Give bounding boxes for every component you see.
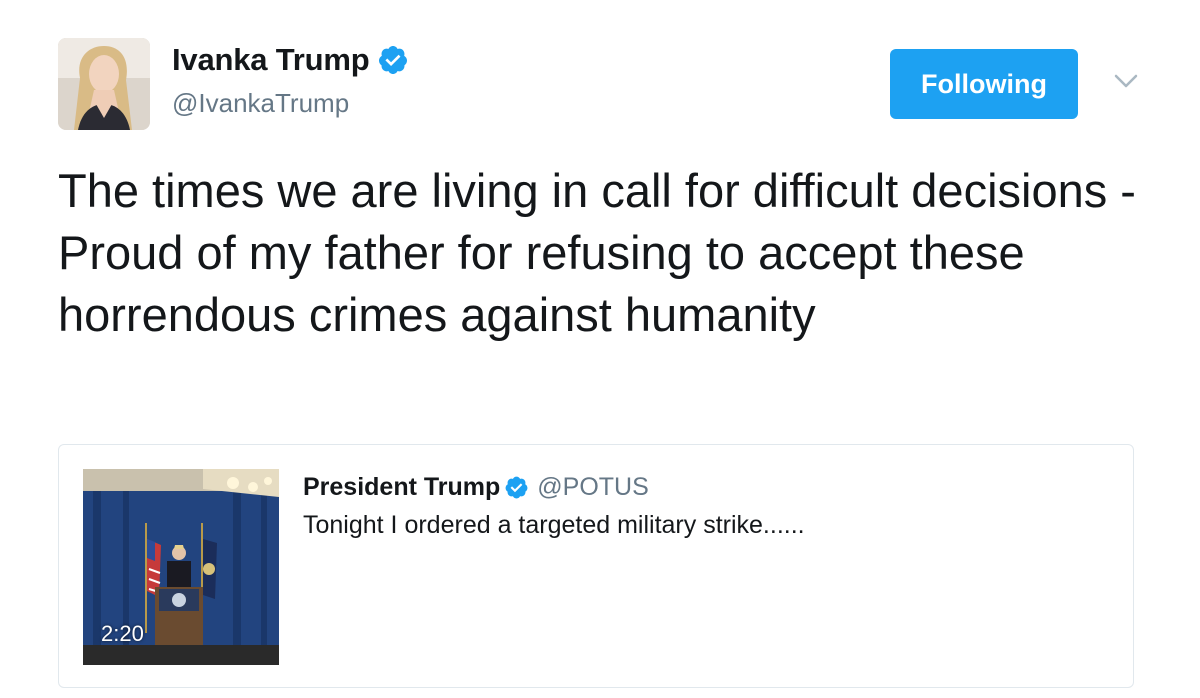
author-handle[interactable]: @IvankaTrump (172, 88, 349, 119)
avatar[interactable] (58, 38, 150, 130)
chevron-down-icon[interactable] (1112, 70, 1140, 92)
quoted-tweet-header: President Trump @POTUS (303, 473, 649, 502)
verified-badge-icon (505, 476, 528, 499)
following-button[interactable]: Following (890, 49, 1078, 119)
quoted-video-thumbnail[interactable]: 2:20 (83, 469, 279, 665)
tweet-card: Ivanka Trump @IvankaTrump Following The … (0, 0, 1200, 698)
verified-badge-icon (379, 46, 408, 74)
video-duration: 2:20 (101, 621, 144, 646)
quoted-tweet[interactable]: 2:20 President Trump @POTUS Tonight I or… (58, 444, 1134, 688)
tweet-text: The times we are living in call for diff… (58, 164, 1136, 341)
quoted-tweet-text: Tonight I ordered a targeted military st… (303, 511, 805, 539)
avatar-image (58, 38, 150, 130)
quoted-author-handle: @POTUS (537, 473, 649, 501)
author-display-name[interactable]: Ivanka Trump (172, 42, 370, 78)
author-name-row: Ivanka Trump (172, 42, 409, 78)
quoted-author-name: President Trump (303, 473, 501, 501)
